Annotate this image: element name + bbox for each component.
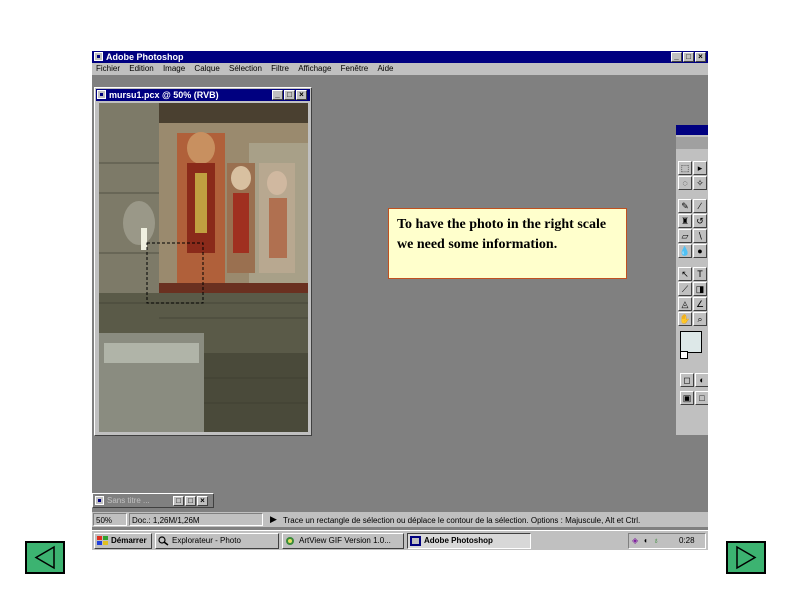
history-brush-icon[interactable]: ↺ xyxy=(693,214,707,228)
menu-selection[interactable]: Sélection xyxy=(229,63,262,75)
window-title: Adobe Photoshop xyxy=(106,52,184,62)
standard-mode-icon[interactable]: ◻ xyxy=(680,373,694,387)
screen-mode-full-icon[interactable]: □ xyxy=(695,391,708,405)
menu-edition[interactable]: Edition xyxy=(129,63,153,75)
menu-aide[interactable]: Aide xyxy=(377,63,393,75)
status-bar: 50% Doc.: 1,26M/1,26M ▶ Trace un rectang… xyxy=(92,512,708,527)
windows-logo-icon xyxy=(97,536,108,545)
document-window: mursu1.pcx @ 50% (RVB) _ □ × xyxy=(94,87,312,436)
pen-tool-icon[interactable]: ↖ xyxy=(678,267,692,281)
system-tray: ◈ ◖ ♁ 0:28 xyxy=(628,533,706,549)
tray-shield-icon[interactable]: ◈ xyxy=(632,534,638,548)
gradient-tool-icon[interactable]: ◨ xyxy=(693,282,707,296)
menu-calque[interactable]: Calque xyxy=(194,63,219,75)
document-titlebar: mursu1.pcx @ 50% (RVB) _ □ × xyxy=(96,89,310,101)
photoshop-app-icon[interactable] xyxy=(94,52,103,61)
tray-clock[interactable]: 0:28 xyxy=(679,534,695,548)
foreground-color-swatch[interactable] xyxy=(680,331,702,353)
screen-mode-standard-icon[interactable]: ▣ xyxy=(680,391,694,405)
task-photoshop-label: Adobe Photoshop xyxy=(424,536,493,545)
next-slide-button[interactable] xyxy=(726,541,766,574)
document-icon[interactable] xyxy=(97,90,106,99)
document-size: Doc.: 1,26M/1,26M xyxy=(129,513,263,526)
doc-minimize-button[interactable]: _ xyxy=(272,90,283,100)
zoom-level[interactable]: 50% xyxy=(93,513,127,526)
menu-fichier[interactable]: Fichier xyxy=(96,63,120,75)
pencil-tool-icon[interactable]: ∖ xyxy=(693,229,707,243)
stamp-tool-icon[interactable]: ♜ xyxy=(678,214,692,228)
zoom-tool-icon[interactable]: ⌕ xyxy=(693,312,707,326)
blur-tool-icon[interactable]: 💧 xyxy=(678,244,692,258)
tray-network-icon[interactable]: ♁ xyxy=(653,534,659,548)
default-colors-icon[interactable] xyxy=(680,351,688,359)
instruction-callout: To have the photo in the right scale we … xyxy=(388,208,627,279)
measure-tool-icon[interactable]: ⟋ xyxy=(678,282,692,296)
windows-taskbar: Démarrer Explorateur - Photo ArtView GIF… xyxy=(92,530,708,550)
tool-hint: Trace un rectangle de sélection ou dépla… xyxy=(283,516,641,525)
quickmask-mode-icon[interactable]: ◐ xyxy=(695,373,708,387)
triangle-right-icon xyxy=(736,545,757,570)
lasso-tool-icon[interactable]: ◌ xyxy=(678,176,692,190)
eraser-tool-icon[interactable]: ▱ xyxy=(678,229,692,243)
minimize-button[interactable]: _ xyxy=(671,52,682,62)
minimized-document-window[interactable]: Sans titre ... □ □ × xyxy=(92,493,214,508)
artview-icon xyxy=(286,537,294,545)
triangle-left-icon xyxy=(34,545,55,570)
maximize-minimized-button[interactable]: □ xyxy=(185,496,196,506)
eyedropper-tool-icon[interactable]: ∠ xyxy=(693,297,707,311)
minimized-document-title: Sans titre ... xyxy=(107,496,150,505)
document-title: mursu1.pcx @ 50% (RVB) xyxy=(109,90,219,100)
brush-tool-icon[interactable]: ∕ xyxy=(693,199,707,213)
airbrush-tool-icon[interactable]: ✎ xyxy=(678,199,692,213)
close-button[interactable]: × xyxy=(695,52,706,62)
toolbox-titlebar xyxy=(676,125,708,135)
close-minimized-button[interactable]: × xyxy=(197,496,208,506)
photoshop-task-icon xyxy=(410,536,421,546)
menu-fenetre[interactable]: Fenêtre xyxy=(341,63,369,75)
hand-tool-icon[interactable]: ✋ xyxy=(678,312,692,326)
status-arrow-icon[interactable]: ▶ xyxy=(270,513,277,526)
tray-speaker-icon[interactable]: ◖ xyxy=(643,534,648,548)
paint-bucket-icon[interactable]: ◬ xyxy=(678,297,692,311)
type-tool-icon[interactable]: T xyxy=(693,267,707,281)
marquee-tool-icon[interactable]: ⬚ xyxy=(678,161,692,175)
callout-text: To have the photo in the right scale we … xyxy=(397,217,607,252)
task-explorer[interactable]: Explorateur - Photo xyxy=(155,533,279,549)
menu-filtre[interactable]: Filtre xyxy=(271,63,289,75)
task-artview-label: ArtView GIF Version 1.0... xyxy=(299,536,391,545)
move-tool-icon[interactable]: ▸ xyxy=(693,161,707,175)
toolbox-palette: ⬚ ▸ ◌ ✧ ✎ ∕ ♜ ↺ ▱ ∖ 💧 ● ↖ T ⟋ ◨ ◬ ∠ ✋ ⌕ … xyxy=(676,125,708,435)
task-photoshop[interactable]: Adobe Photoshop xyxy=(407,533,531,549)
maximize-button[interactable]: □ xyxy=(683,52,694,62)
task-artview[interactable]: ArtView GIF Version 1.0... xyxy=(282,533,404,549)
restore-button[interactable]: □ xyxy=(173,496,184,506)
task-explorer-label: Explorateur - Photo xyxy=(172,536,241,545)
doc-close-button[interactable]: × xyxy=(296,90,307,100)
previous-slide-button[interactable] xyxy=(25,541,65,574)
minimized-document-icon xyxy=(95,496,104,505)
burn-tool-icon[interactable]: ● xyxy=(693,244,707,258)
toolbox-logo xyxy=(676,137,708,149)
start-label: Démarrer xyxy=(111,536,147,545)
start-button[interactable]: Démarrer xyxy=(94,533,152,549)
photoshop-titlebar: Adobe Photoshop _ □ × xyxy=(92,51,708,63)
explorer-icon xyxy=(158,536,169,546)
menu-affichage[interactable]: Affichage xyxy=(298,63,331,75)
photoshop-window: Adobe Photoshop _ □ × Fichier Edition Im… xyxy=(92,51,708,550)
menu-image[interactable]: Image xyxy=(163,63,185,75)
doc-maximize-button[interactable]: □ xyxy=(284,90,295,100)
menu-bar: Fichier Edition Image Calque Sélection F… xyxy=(92,63,708,75)
church-fresco-photo[interactable] xyxy=(99,103,308,432)
magic-wand-icon[interactable]: ✧ xyxy=(693,176,707,190)
fresco-photo-image xyxy=(99,103,308,432)
